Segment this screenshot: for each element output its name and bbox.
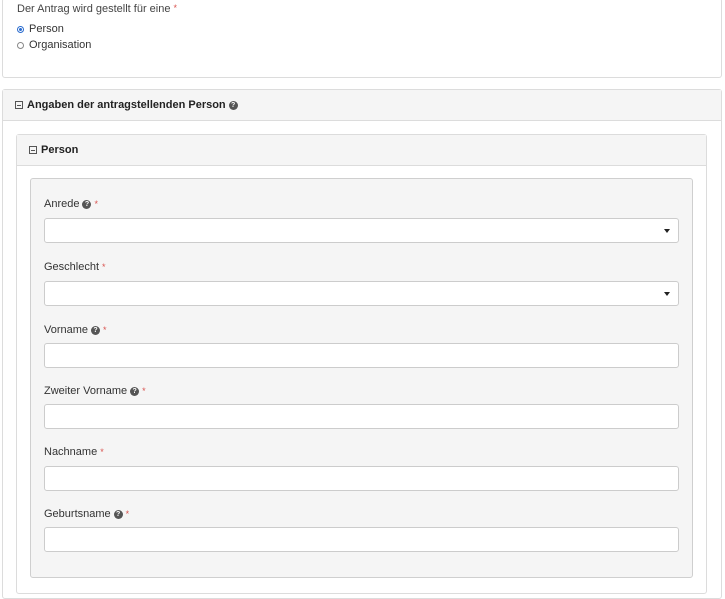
salutation-label-text: Anrede [44, 198, 80, 210]
applicant-details-header[interactable]: Angaben der antragstellenden Person ? [3, 90, 721, 121]
last-name-label-text: Nachname [44, 446, 98, 458]
second-first-name-label-text: Zweiter Vorname [44, 385, 128, 397]
collapse-icon[interactable] [15, 101, 23, 109]
applicant-type-panel: Der Antrag wird gestellt für eine * Perso… [2, 0, 722, 78]
caret-down-icon[interactable] [664, 292, 670, 296]
first-name-label: Vorname ? * [44, 324, 107, 336]
last-name-input[interactable] [44, 466, 679, 491]
required-mark: * [102, 262, 106, 272]
birth-name-label: Geburtsname ? * [44, 508, 129, 520]
radio-label-person[interactable]: Person [29, 23, 64, 35]
radio-button-organisation[interactable] [17, 41, 24, 49]
birth-name-label-text: Geburtsname [44, 508, 111, 520]
help-icon[interactable]: ? [130, 386, 140, 396]
first-name-label-text: Vorname [44, 324, 89, 336]
help-icon[interactable]: ? [82, 199, 92, 209]
applicant-type-question: Der Antrag wird gestellt für eine * [17, 3, 177, 15]
second-first-name-input[interactable] [44, 404, 679, 429]
applicant-details-title: Angaben der antragstellenden Person [27, 99, 226, 111]
radio-option-organisation[interactable]: Organisation [17, 39, 91, 51]
person-title: Person [41, 144, 79, 156]
required-mark: * [94, 199, 98, 209]
required-mark: * [142, 386, 146, 396]
radio-option-person[interactable]: Person [17, 23, 64, 35]
person-header[interactable]: Person [17, 135, 706, 166]
help-icon[interactable]: ? [113, 509, 123, 519]
salutation-select[interactable] [44, 218, 679, 243]
gender-select[interactable] [44, 281, 679, 306]
radio-label-organisation[interactable]: Organisation [29, 39, 91, 51]
last-name-label: Nachname * [44, 446, 104, 458]
caret-down-icon[interactable] [664, 229, 670, 233]
required-mark: * [173, 3, 177, 13]
first-name-input[interactable] [44, 343, 679, 368]
birth-name-input[interactable] [44, 527, 679, 552]
gender-label: Geschlecht * [44, 261, 106, 273]
required-mark: * [125, 509, 130, 519]
radio-button-person[interactable] [17, 25, 24, 33]
help-icon[interactable]: ? [91, 325, 101, 335]
required-mark: * [103, 325, 107, 335]
applicant-type-question-text: Der Antrag wird gestellt für eine [17, 3, 171, 15]
gender-label-text: Geschlecht [44, 261, 100, 273]
collapse-icon[interactable] [29, 146, 37, 154]
required-mark: * [100, 447, 104, 457]
help-icon[interactable]: ? [228, 100, 238, 110]
salutation-label: Anrede ? * [44, 198, 98, 210]
second-first-name-label: Zweiter Vorname ? * [44, 385, 146, 397]
